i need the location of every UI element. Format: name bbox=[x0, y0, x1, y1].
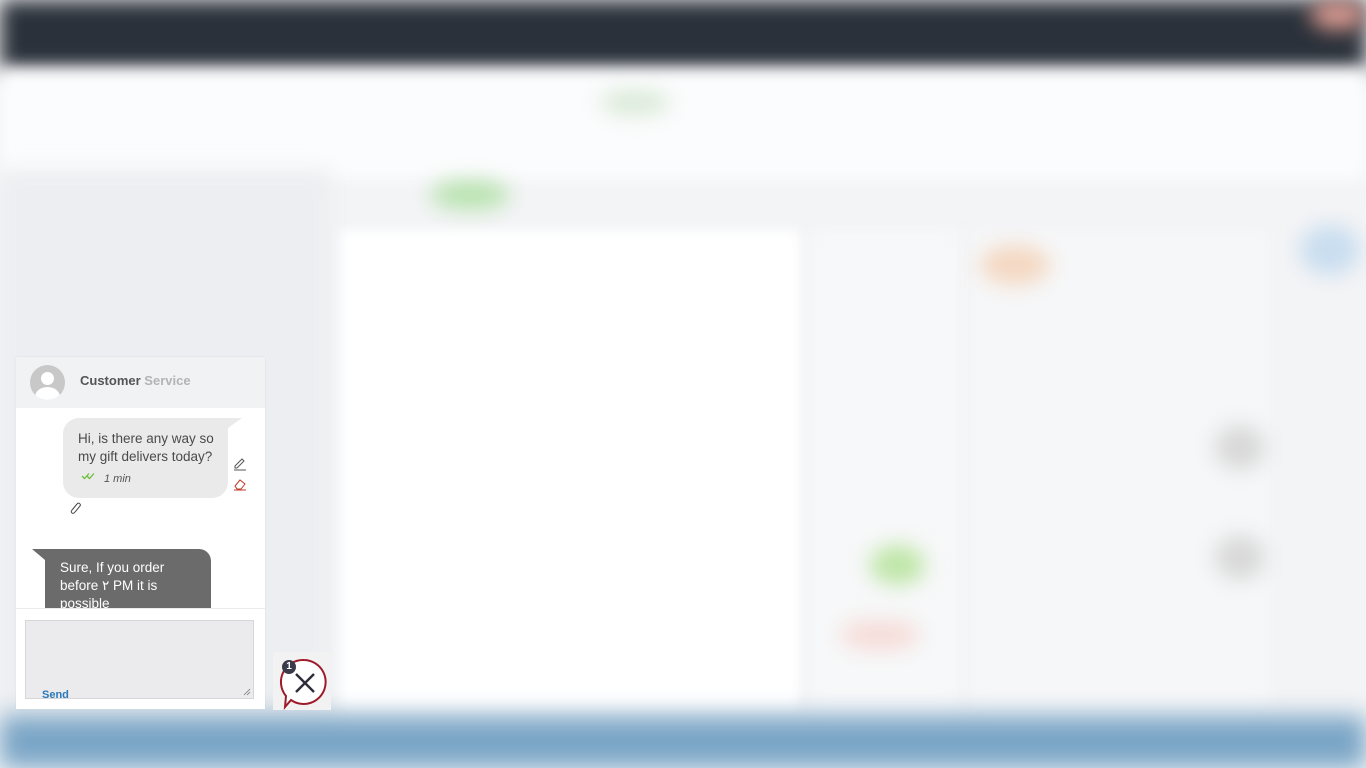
double-check-icon bbox=[81, 472, 97, 483]
bg-blob bbox=[1215, 535, 1265, 580]
bg-taskbar bbox=[0, 716, 1366, 768]
paperclip-icon[interactable] bbox=[68, 501, 82, 515]
agent-message-bubble: Sure, If you order before ۲ PM it is pos… bbox=[32, 549, 211, 608]
bg-topbar bbox=[0, 0, 1366, 70]
bg-blob bbox=[1300, 225, 1360, 275]
unread-badge: 1 bbox=[282, 660, 296, 674]
user-avatar-icon bbox=[30, 365, 65, 400]
message-time: 1 min bbox=[104, 473, 131, 485]
bg-blob bbox=[1310, 0, 1366, 30]
resize-handle[interactable] bbox=[243, 688, 251, 696]
bg-blob bbox=[840, 620, 920, 650]
chat-title-part1: Customer bbox=[80, 373, 145, 388]
chat-close-icon bbox=[279, 658, 327, 710]
send-button[interactable]: Send bbox=[42, 689, 69, 701]
bg-blob bbox=[430, 180, 510, 210]
message-text: Hi, is there any way so my gift delivers… bbox=[78, 431, 214, 464]
bg-main-content bbox=[340, 230, 800, 710]
bg-right-column bbox=[970, 230, 1270, 710]
user-message-bubble: Hi, is there any way so my gift delivers… bbox=[63, 418, 242, 498]
chat-header: Customer Service bbox=[16, 357, 265, 408]
bg-blob bbox=[980, 245, 1050, 285]
bg-blob bbox=[600, 90, 670, 115]
eraser-icon[interactable] bbox=[233, 477, 247, 491]
bg-header bbox=[0, 70, 1366, 180]
message-list[interactable]: Hi, is there any way so my gift delivers… bbox=[16, 408, 265, 608]
bg-blob bbox=[1215, 425, 1265, 470]
message-input[interactable]: Send bbox=[25, 620, 254, 701]
chat-panel: Customer Service Hi, is there any way so… bbox=[16, 357, 265, 709]
chat-title-part2: Service bbox=[144, 373, 191, 388]
chat-title: Customer Service bbox=[80, 373, 191, 388]
pencil-icon[interactable] bbox=[233, 457, 247, 471]
chat-toggle-button[interactable]: 1 bbox=[273, 652, 331, 710]
message-text: Sure, If you order before ۲ PM it is pos… bbox=[60, 560, 165, 608]
compose-area: Send bbox=[16, 608, 265, 709]
bg-blob bbox=[870, 545, 925, 585]
